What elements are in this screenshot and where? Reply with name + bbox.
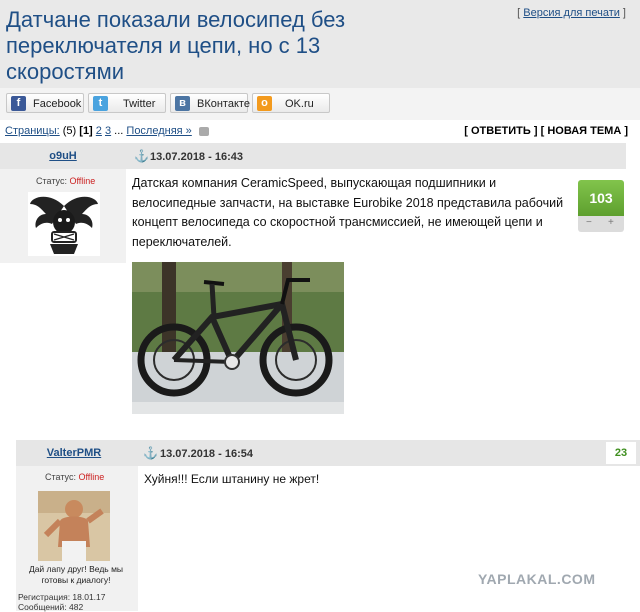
ok-icon: о bbox=[257, 96, 272, 111]
print-version-link[interactable]: Версия для печати bbox=[523, 7, 620, 19]
pagination-bar: Страницы: (5) [1] 2 3 ... Последняя » [ … bbox=[0, 122, 640, 140]
registration-date: Регистрация: 18.01.17 bbox=[18, 592, 106, 602]
post-text: Хуйня!!! Если штанину не жрет! bbox=[144, 472, 320, 486]
vote-up-button[interactable]: + bbox=[608, 217, 614, 228]
topic-actions: [ ОТВЕТИТЬ ] [ НОВАЯ ТЕМА ] bbox=[464, 122, 628, 140]
share-label: ВКонтакте bbox=[197, 98, 250, 110]
pagination: Страницы: (5) [1] 2 3 ... Последняя » bbox=[5, 122, 209, 140]
share-bar: f Facebook t Twitter в ВКонтакте о OK.ru bbox=[0, 88, 640, 120]
share-label: Twitter bbox=[123, 98, 156, 110]
pages-ellipsis: ... bbox=[114, 125, 124, 137]
post-text: Датская компания CeramicSpeed, выпускающ… bbox=[132, 176, 564, 249]
reply-button[interactable]: [ ОТВЕТИТЬ ] bbox=[464, 125, 537, 137]
topic-title: Датчане показали велосипед без переключа… bbox=[6, 7, 346, 84]
rating-box: 103 − + bbox=[578, 180, 624, 232]
page-2-link[interactable]: 2 bbox=[96, 125, 102, 137]
post-author[interactable]: ValterPMR bbox=[16, 440, 132, 466]
site-watermark: YAPLAKAL.COM bbox=[478, 571, 596, 587]
user-status: Статус: Offline bbox=[45, 472, 104, 482]
avatar[interactable] bbox=[28, 192, 100, 256]
avatar[interactable] bbox=[38, 491, 110, 561]
post-date: 13.07.2018 - 16:43 bbox=[150, 151, 243, 163]
post-date: 13.07.2018 - 16:54 bbox=[160, 448, 253, 460]
status-offline: Offline bbox=[78, 472, 105, 482]
share-vk-button[interactable]: в ВКонтакте bbox=[170, 93, 250, 113]
anchor-icon[interactable]: ⚓ bbox=[134, 149, 149, 163]
new-topic-button[interactable]: [ НОВАЯ ТЕМА ] bbox=[541, 125, 628, 137]
vote-down-button[interactable]: − bbox=[586, 217, 592, 228]
share-label: Facebook bbox=[33, 98, 82, 110]
share-facebook-button[interactable]: f Facebook bbox=[6, 93, 84, 113]
status-offline: Offline bbox=[69, 176, 96, 186]
facebook-icon: f bbox=[11, 96, 26, 111]
post-author[interactable]: o9uH bbox=[0, 143, 126, 169]
pages-label[interactable]: Страницы: bbox=[5, 125, 60, 137]
status-label: Статус: bbox=[45, 472, 76, 482]
last-page-link[interactable]: Последняя » bbox=[126, 125, 191, 137]
rating-value: 103 bbox=[578, 180, 624, 216]
page-3-link[interactable]: 3 bbox=[105, 125, 111, 137]
page-jump-icon[interactable] bbox=[198, 126, 209, 136]
vote-controls: − + bbox=[578, 216, 624, 232]
print-version: [ Версия для печати ] bbox=[517, 7, 626, 19]
vk-icon: в bbox=[175, 96, 190, 111]
rating-value: 23 bbox=[606, 442, 636, 464]
share-label: OK.ru bbox=[285, 98, 314, 110]
bike-photo[interactable] bbox=[132, 262, 344, 414]
pages-count: (5) bbox=[62, 125, 77, 137]
status-label: Статус: bbox=[36, 176, 67, 186]
twitter-icon: t bbox=[93, 96, 108, 111]
share-ok-button[interactable]: о OK.ru bbox=[252, 93, 330, 113]
user-stats: Регистрация: 18.01.17 Сообщений: 482 bbox=[18, 592, 106, 612]
user-signature: Дай лапу друг! Ведь мы готовы к диалогу! bbox=[28, 564, 124, 585]
user-status: Статус: Offline bbox=[36, 176, 95, 186]
page-current: [1] bbox=[79, 125, 93, 137]
anchor-icon[interactable]: ⚓ bbox=[143, 446, 158, 460]
share-twitter-button[interactable]: t Twitter bbox=[88, 93, 166, 113]
